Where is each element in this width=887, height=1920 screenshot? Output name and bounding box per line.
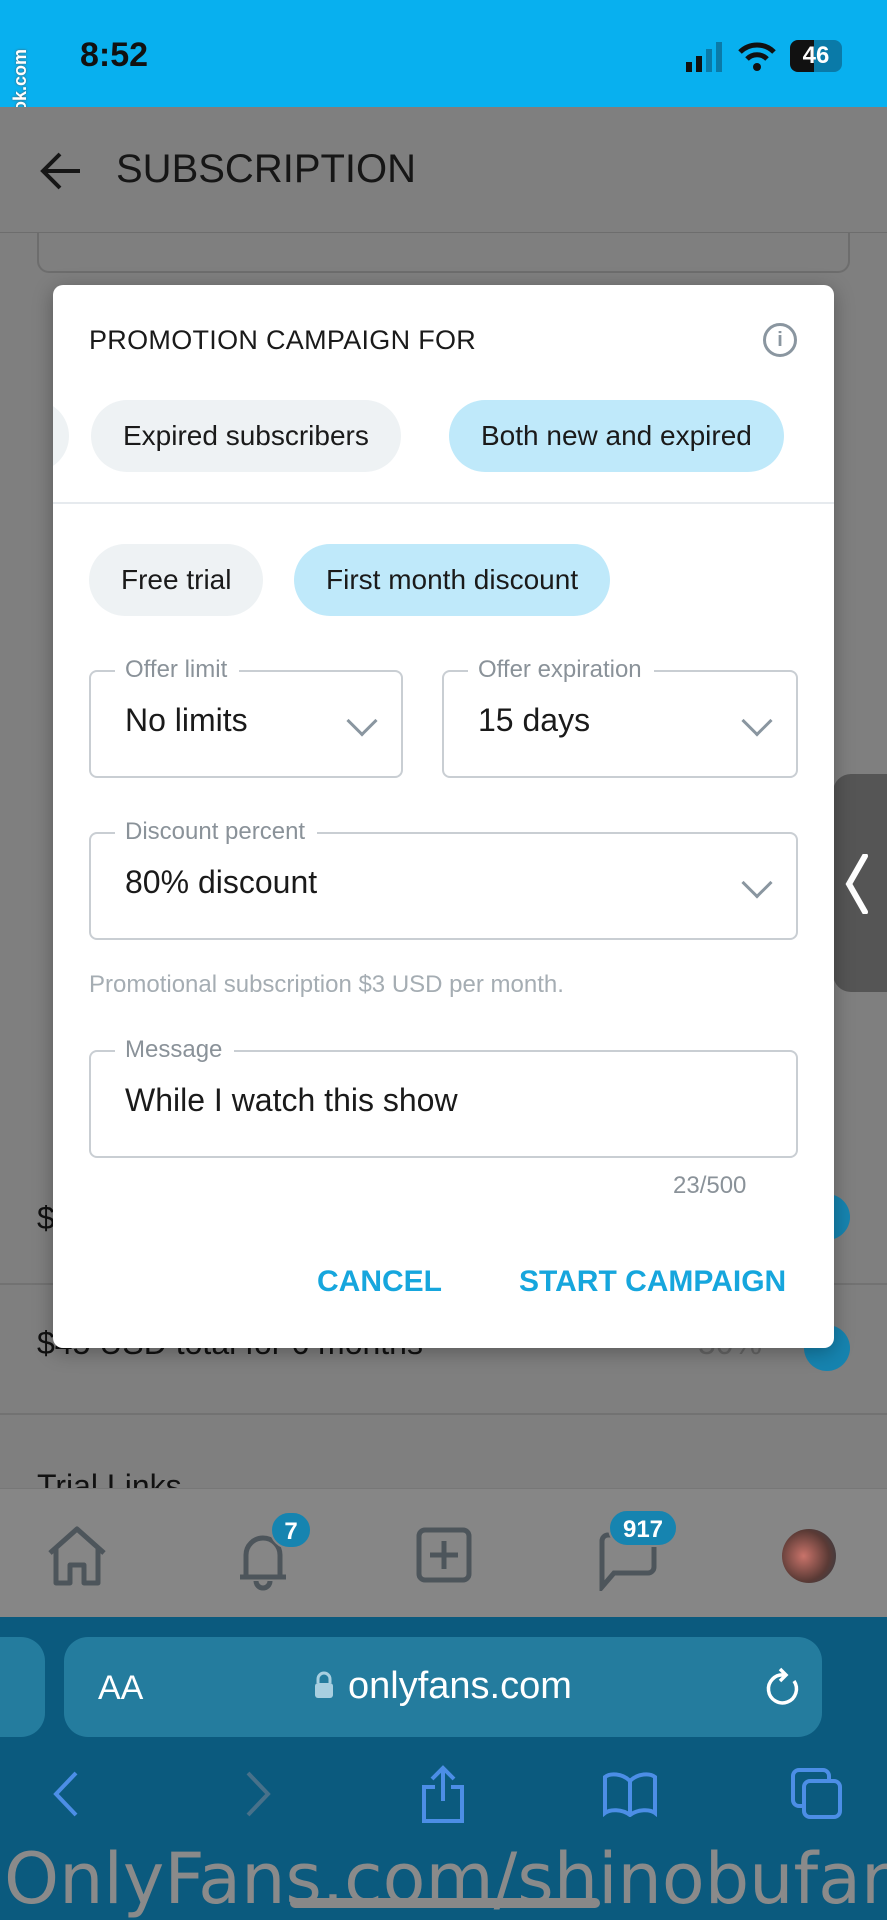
bottom-nav: 7 917 [0, 1488, 887, 1617]
reload-icon[interactable] [764, 1667, 802, 1707]
offer-limit-select[interactable]: Offer limit No limits [89, 656, 403, 778]
offer-expiration-select[interactable]: Offer expiration 15 days [442, 656, 798, 778]
back-arrow-icon[interactable] [40, 151, 82, 191]
page-header: SUBSCRIPTION [0, 107, 887, 233]
back-icon[interactable] [50, 1769, 80, 1819]
add-post-icon[interactable] [416, 1527, 472, 1583]
side-panel-handle[interactable] [833, 774, 887, 992]
lock-icon [315, 1671, 333, 1698]
section-title: Trial Links [37, 1468, 182, 1490]
character-counter: 23/500 [673, 1172, 747, 1199]
home-indicator [290, 1898, 600, 1908]
signal-icon [686, 42, 722, 72]
message-input[interactable]: Message While I watch this show [89, 1036, 798, 1158]
chip-both-new-and-expired[interactable]: Both new and expired [449, 400, 784, 472]
wifi-icon [738, 42, 776, 71]
bookmarks-icon[interactable] [602, 1771, 658, 1817]
clock: 8:52 [80, 36, 149, 74]
share-icon[interactable] [420, 1765, 466, 1823]
chevron-down-icon [741, 705, 773, 737]
audience-chip-row: Expired subscribers Both new and expired [53, 400, 834, 472]
dialog-title: PROMOTION CAMPAIGN FOR [89, 325, 477, 355]
home-icon[interactable] [46, 1525, 108, 1587]
chip-expired-subscribers[interactable]: Expired subscribers [91, 400, 401, 472]
previous-tab[interactable] [0, 1637, 45, 1737]
battery-icon: 46 [790, 40, 842, 72]
chevron-left-icon [845, 854, 868, 914]
chevron-down-icon [741, 867, 773, 899]
page-title: SUBSCRIPTION [116, 147, 417, 191]
reader-settings-button[interactable]: AA [98, 1669, 143, 1708]
tabs-icon[interactable] [790, 1767, 844, 1821]
divider [53, 502, 834, 504]
promotion-campaign-dialog: PROMOTION CAMPAIGN FOR i Expired subscri… [53, 285, 834, 1348]
forward-icon[interactable] [244, 1769, 274, 1819]
chip-first-month-discount[interactable]: First month discount [294, 544, 611, 616]
background-field [37, 233, 850, 273]
chevron-down-icon [346, 705, 378, 737]
info-icon[interactable]: i [763, 323, 797, 357]
status-bar: 8:52 46 [0, 0, 887, 107]
avatar[interactable] [782, 1529, 836, 1583]
cancel-button[interactable]: CANCEL [317, 1265, 442, 1299]
start-campaign-button[interactable]: START CAMPAIGN [519, 1265, 786, 1299]
address-bar[interactable]: AA onlyfans.com [64, 1637, 822, 1737]
chip-free-trial[interactable]: Free trial [89, 544, 264, 616]
helper-text: Promotional subscription $3 USD per mont… [89, 971, 564, 998]
messages-badge: 917 [608, 1509, 678, 1547]
url-text: onlyfans.com [348, 1665, 572, 1707]
discount-percent-select[interactable]: Discount percent 80% discount [89, 818, 798, 940]
chip-new-subscribers[interactable] [53, 400, 69, 472]
notifications-badge: 7 [270, 1511, 312, 1549]
